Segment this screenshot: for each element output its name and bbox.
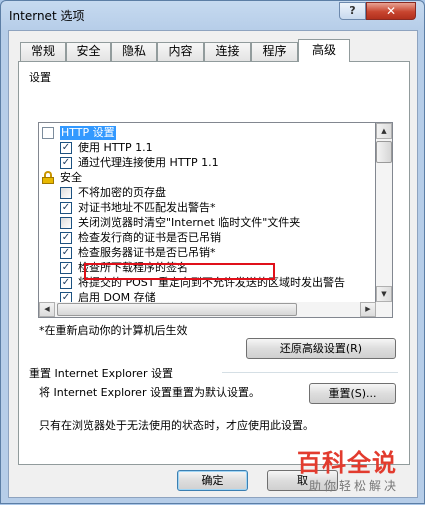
tree-item-label: HTTP 设置 — [60, 126, 116, 140]
settings-group-label: 设置 — [29, 71, 51, 84]
horizontal-scrollbar[interactable]: ◀ ▶ — [38, 302, 393, 318]
setting-label: 将提交的 POST 重定向到不允许发送的区域时发出警告 — [78, 276, 345, 289]
setting-label: 检查所下载程序的签名 — [78, 261, 188, 274]
scroll-thumb[interactable] — [376, 141, 392, 163]
dialog-body: 常规 安全 隐私 内容 连接 程序 高级 设置 HTTP 设置 ✓ 使用 HTT… — [8, 30, 418, 498]
checkbox-checked-icon[interactable]: ✓ — [60, 142, 72, 154]
watermark: 百科全说 助你轻松解决 — [291, 443, 425, 505]
ok-button[interactable]: 确定 — [177, 470, 248, 491]
settings-folder-icon — [42, 127, 54, 139]
title-bar[interactable]: Internet 选项 ? ✕ — [1, 1, 424, 29]
setting-label: 通过代理连接使用 HTTP 1.1 — [78, 156, 219, 169]
reset-button[interactable]: 重置(S)... — [309, 383, 396, 404]
scroll-up-icon[interactable]: ▲ — [376, 123, 392, 139]
tab-privacy[interactable]: 隐私 — [111, 42, 157, 61]
watermark-subtitle: 助你轻松解决 — [309, 479, 400, 493]
checkbox-unchecked-icon[interactable] — [60, 187, 72, 199]
internet-options-window: Internet 选项 ? ✕ 常规 安全 隐私 内容 连接 程序 高级 设置 … — [0, 0, 425, 504]
lock-icon — [42, 171, 54, 184]
checkbox-checked-icon[interactable]: ✓ — [60, 157, 72, 169]
setting-label: 关闭浏览器时清空"Internet 临时文件"文件夹 — [78, 216, 301, 229]
group-separator — [222, 372, 398, 373]
settings-tree[interactable]: HTTP 设置 ✓ 使用 HTTP 1.1 ✓ 通过代理连接使用 HTTP 1.… — [38, 122, 376, 318]
tab-general[interactable]: 常规 — [20, 42, 66, 61]
tree-item-label: 安全 — [60, 171, 82, 184]
checkbox-checked-icon[interactable]: ✓ — [60, 277, 72, 289]
vertical-scrollbar[interactable]: ▲ ▼ — [376, 122, 393, 302]
tab-connections[interactable]: 连接 — [204, 42, 251, 61]
reset-note: 只有在浏览器处于无法使用的状态时，才应使用此设置。 — [39, 419, 314, 432]
scroll-down-icon[interactable]: ▼ — [376, 286, 392, 302]
tab-security[interactable]: 安全 — [66, 42, 111, 61]
setting-label: 检查服务器证书是否已吊销* — [78, 246, 216, 259]
reset-description: 将 Internet Explorer 设置重置为默认设置。 — [39, 386, 260, 399]
window-title: Internet 选项 — [9, 9, 85, 23]
checkbox-checked-icon[interactable]: ✓ — [60, 232, 72, 244]
tab-content[interactable]: 内容 — [157, 42, 204, 61]
setting-label: 对证书地址不匹配发出警告* — [78, 201, 216, 214]
scroll-thumb[interactable] — [57, 303, 297, 316]
help-button[interactable]: ? — [339, 2, 366, 20]
setting-label: 使用 HTTP 1.1 — [78, 141, 153, 154]
scroll-left-icon[interactable]: ◀ — [39, 302, 55, 317]
checkbox-checked-icon[interactable]: ✓ — [60, 202, 72, 214]
setting-label: 检查发行商的证书是否已吊销 — [78, 231, 221, 244]
restart-note: *在重新启动你的计算机后生效 — [39, 324, 188, 337]
checkbox-unchecked-icon[interactable] — [60, 217, 72, 229]
watermark-title: 百科全说 — [297, 449, 397, 477]
checkbox-checked-icon[interactable]: ✓ — [60, 247, 72, 259]
close-button[interactable]: ✕ — [366, 2, 416, 20]
checkbox-checked-icon[interactable]: ✓ — [60, 262, 72, 274]
reset-group-label: 重置 Internet Explorer 设置 — [29, 367, 173, 380]
advanced-tab-panel: 设置 HTTP 设置 ✓ 使用 HTTP 1.1 ✓ 通过代理连接使用 HTTP… — [18, 61, 410, 465]
setting-label: 不将加密的页存盘 — [78, 186, 166, 199]
scroll-right-icon[interactable]: ▶ — [360, 302, 376, 317]
restore-advanced-settings-button[interactable]: 还原高级设置(R) — [246, 338, 396, 359]
tab-advanced[interactable]: 高级 — [298, 39, 350, 62]
tab-programs[interactable]: 程序 — [251, 42, 298, 61]
